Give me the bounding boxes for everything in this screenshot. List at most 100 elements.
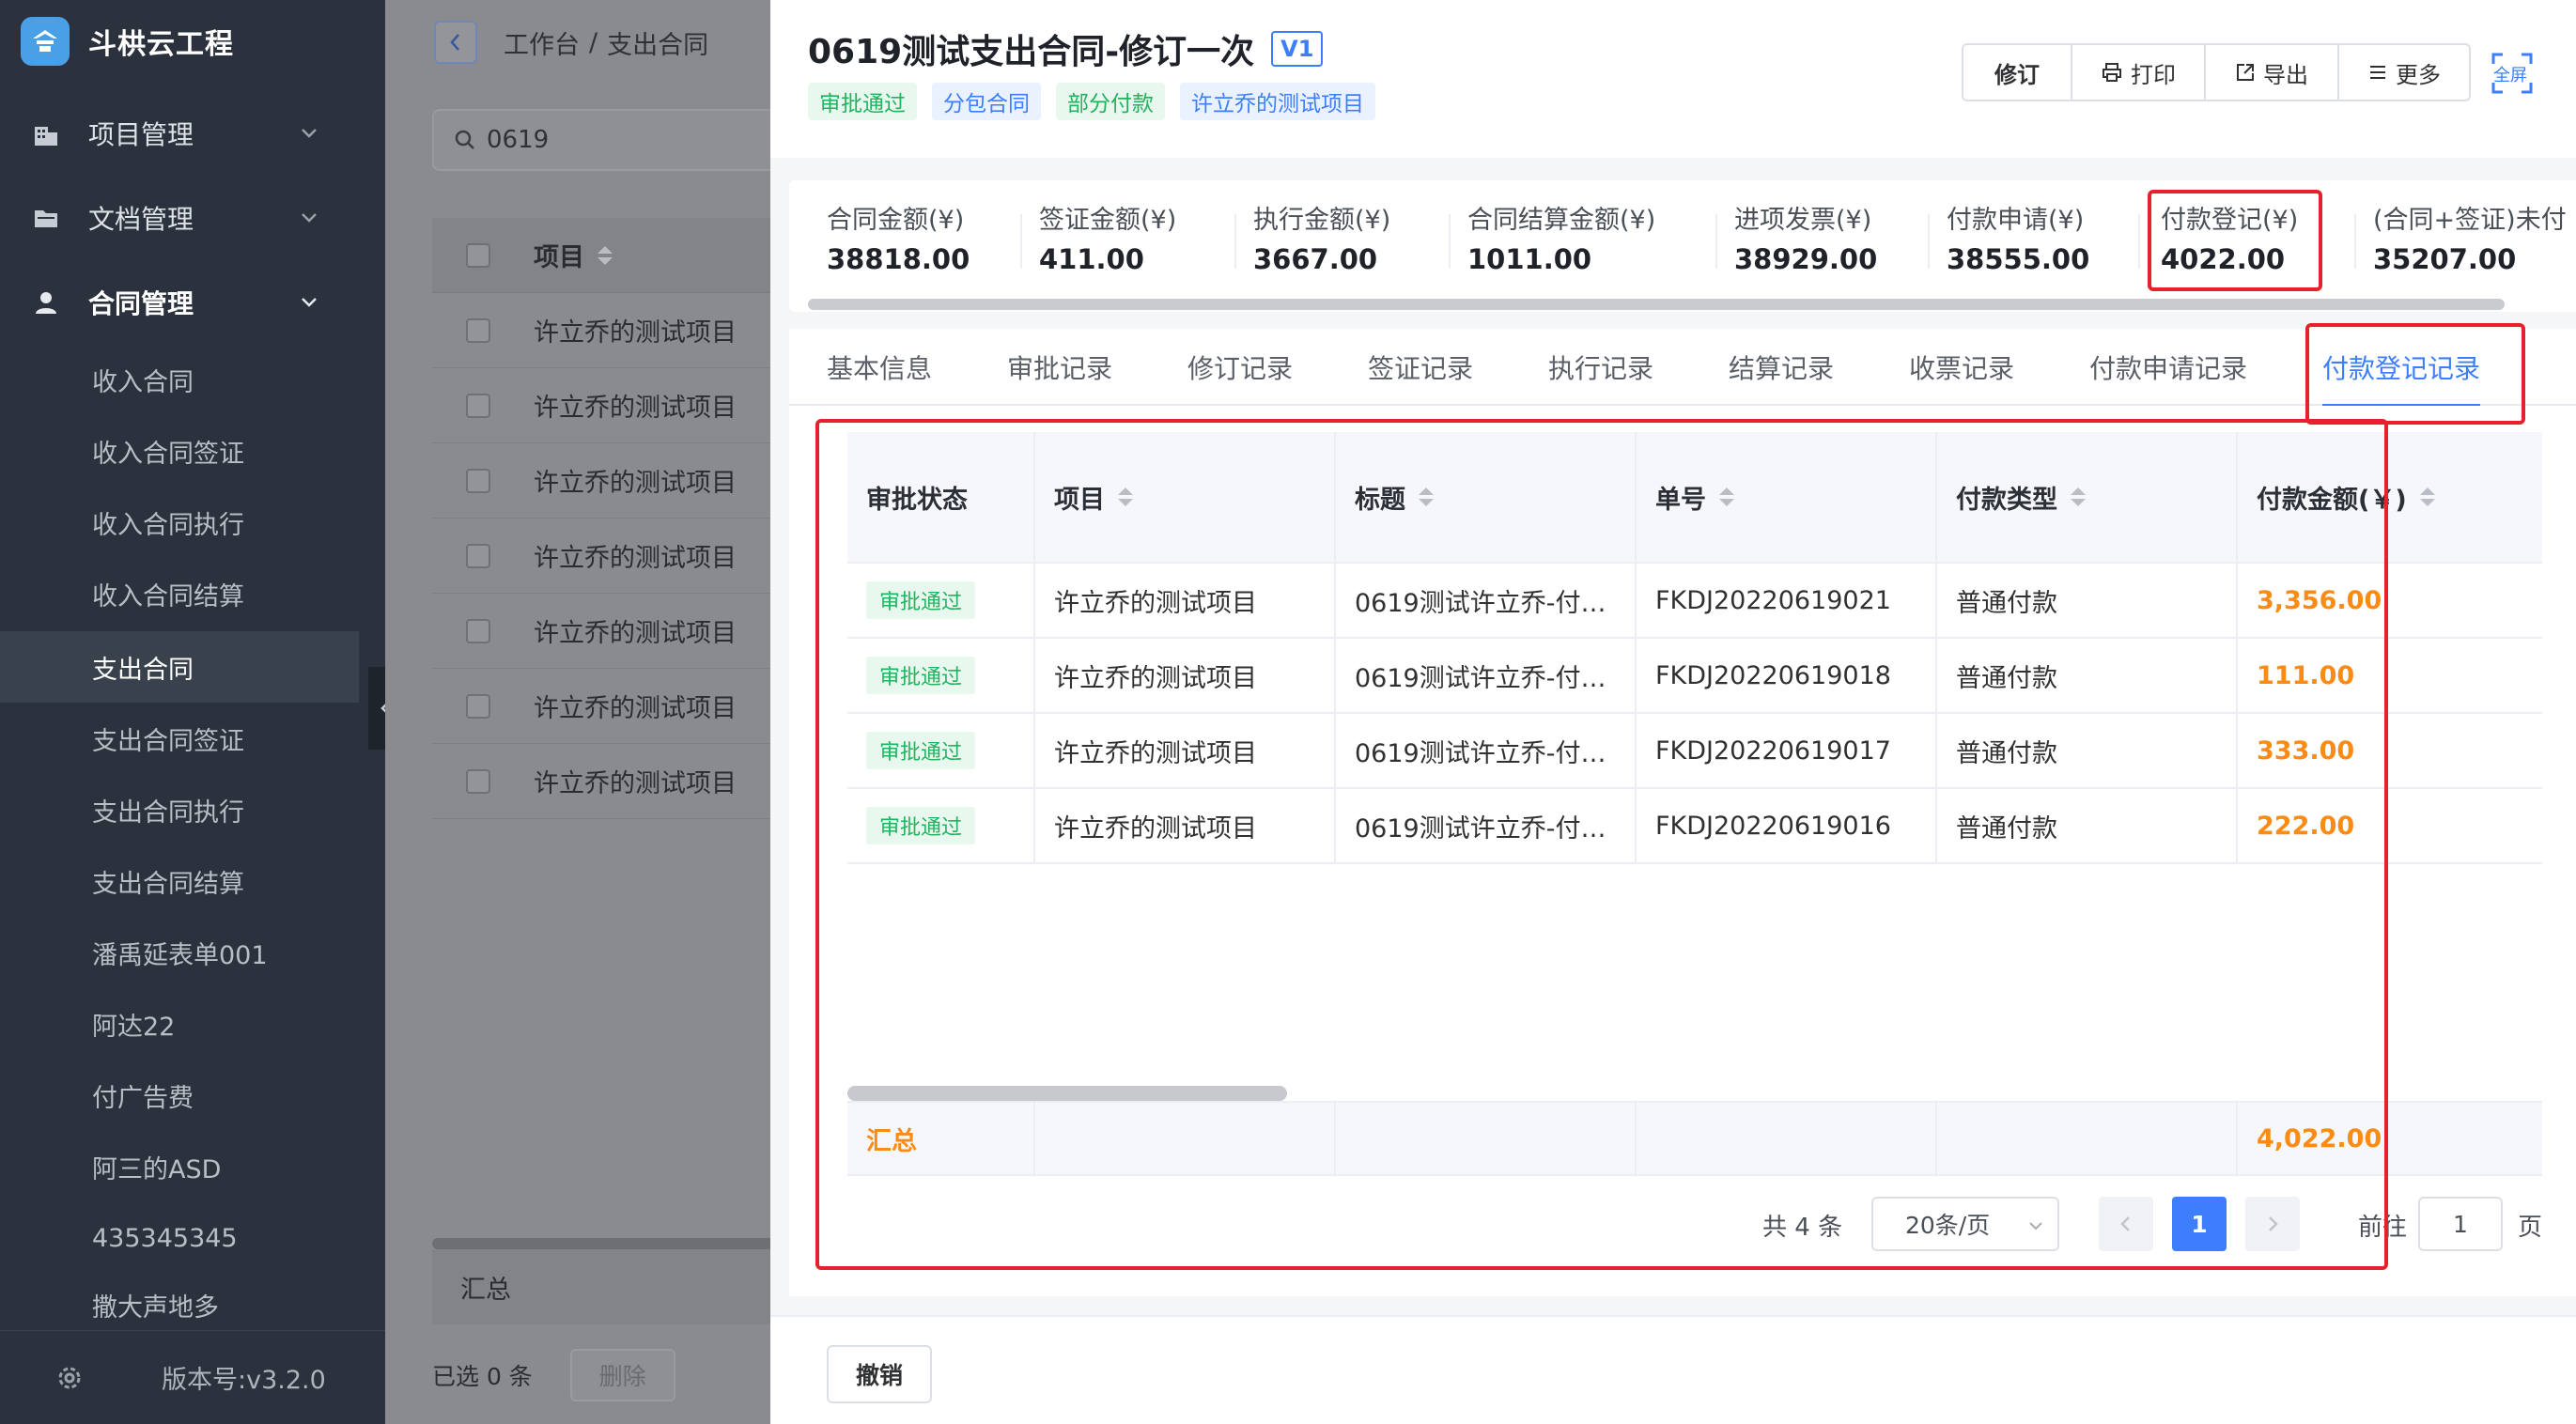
sidebar-item-asd[interactable]: 阿三的ASD [0, 1131, 359, 1202]
column-payment-amount[interactable]: 付款金额(￥) [2238, 432, 2542, 562]
column-project[interactable]: 项目 [1035, 432, 1336, 562]
tag-project: 许立乔的测试项目 [1180, 83, 1375, 120]
table-row[interactable]: 审批通过 许立乔的测试项目 0619测试许立乔-付… FKDJ202206190… [847, 639, 2542, 714]
row-checkbox[interactable] [466, 468, 490, 493]
chevron-down-icon [302, 213, 317, 223]
sidebar-item-partial[interactable]: 撒大声地多 [0, 1274, 359, 1330]
tab-approval-records[interactable]: 审批记录 [1007, 329, 1112, 406]
user-icon [30, 286, 62, 318]
more-button[interactable]: 更多 [2339, 45, 2469, 100]
selected-count: 已选 0 条 [432, 1363, 533, 1390]
pagination-total: 共 4 条 [1762, 1214, 1843, 1242]
row-checkbox[interactable] [466, 768, 490, 794]
cell-title[interactable]: 0619测试许立乔-付… [1336, 564, 1637, 637]
stats-horizontal-scrollbar[interactable] [808, 299, 2505, 310]
tab-execution-records[interactable]: 执行记录 [1548, 329, 1653, 406]
sidebar-item-income-visa[interactable]: 收入合同签证 [0, 415, 359, 487]
fullscreen-button[interactable]: 全屏 [2491, 53, 2533, 94]
tab-revision-records[interactable]: 修订记录 [1187, 329, 1293, 406]
goto-page-input[interactable]: 1 [2418, 1197, 2503, 1251]
sidebar-item-form-001[interactable]: 潘禹延表单001 [0, 917, 359, 988]
cell-title[interactable]: 0619测试许立乔-付… [1336, 714, 1637, 787]
select-all-checkbox[interactable] [466, 242, 490, 268]
stat-payment-registration: 付款登记(¥) 4022.00 [2161, 206, 2299, 275]
brand[interactable]: 斗栱云工程 [21, 17, 234, 66]
table-row[interactable]: 审批通过 许立乔的测试项目 0619测试许立乔-付… FKDJ202206190… [847, 789, 2542, 864]
breadcrumb-separator: / [589, 27, 598, 57]
sidebar-item-income-contract[interactable]: 收入合同 [0, 344, 359, 415]
next-page-button[interactable] [2245, 1197, 2300, 1251]
row-checkbox[interactable] [466, 317, 490, 343]
row-checkbox[interactable] [466, 618, 490, 643]
stat-visa-amount: 签证金额(¥) 411.00 [1039, 206, 1177, 275]
chevron-down-icon [302, 298, 317, 307]
stat-divider [1020, 214, 1022, 269]
payment-registration-panel: 审批状态 项目 标题 单号 付款类型 付款金额(￥) 审批通过 许立乔的测试项目… [789, 406, 2576, 1296]
column-number[interactable]: 单号 [1637, 432, 1937, 562]
app-name: 斗栱云工程 [88, 28, 234, 61]
page-number-button[interactable]: 1 [2172, 1197, 2227, 1251]
prev-page-button[interactable] [2099, 1197, 2153, 1251]
tab-payment-registration-records[interactable]: 付款登记记录 [2322, 329, 2481, 408]
cell-title[interactable]: 0619测试许立乔-付… [1336, 639, 1637, 712]
print-button[interactable]: 打印 [2072, 45, 2206, 100]
page-size-select[interactable]: 20条/页 [1871, 1197, 2059, 1251]
breadcrumb-home[interactable]: 工作台 [504, 24, 580, 61]
contract-detail-drawer: 0619测试支出合同-修订一次 V1 审批通过 分包合同 部分付款 许立乔的测试… [770, 0, 2576, 1424]
row-checkbox[interactable] [466, 393, 490, 418]
sort-icon [1118, 488, 1133, 506]
sidebar-item-income-execution[interactable]: 收入合同执行 [0, 487, 359, 558]
sidebar-item-435345345[interactable]: 435345345 [0, 1202, 359, 1274]
summary-amount: 4,022.00 [2257, 1123, 2382, 1153]
stat-divider [2354, 214, 2356, 269]
cell-title[interactable]: 0619测试许立乔-付… [1336, 789, 1637, 862]
sidebar-item-expense-execution[interactable]: 支出合同执行 [0, 774, 359, 845]
back-button[interactable] [434, 21, 477, 64]
cell-number: FKDJ20220619016 [1637, 789, 1937, 862]
version-badge[interactable]: V1 [1271, 31, 1324, 67]
chevron-down-icon [2029, 1222, 2042, 1231]
sort-icon [1419, 488, 1434, 506]
tab-invoice-records[interactable]: 收票记录 [1909, 329, 2014, 406]
delete-button[interactable]: 删除 [569, 1349, 675, 1401]
tab-visa-records[interactable]: 签证记录 [1368, 329, 1473, 406]
table-horizontal-scrollbar[interactable] [847, 1086, 1287, 1101]
sidebar-item-expense-contract[interactable]: 支出合同 [0, 631, 359, 703]
table-row[interactable]: 审批通过 许立乔的测试项目 0619测试许立乔-付… FKDJ202206190… [847, 564, 2542, 639]
menu-contract-management[interactable]: 合同管理 [0, 267, 385, 338]
tab-settlement-records[interactable]: 结算记录 [1729, 329, 1834, 406]
sort-icon [2071, 488, 2086, 506]
sort-icon [2419, 488, 2435, 506]
breadcrumb: 工作台 / 支出合同 [434, 21, 708, 64]
column-title[interactable]: 标题 [1336, 432, 1637, 562]
sidebar-item-expense-settlement[interactable]: 支出合同结算 [0, 845, 359, 917]
cell-project: 许立乔的测试项目 [1035, 639, 1336, 712]
row-checkbox[interactable] [466, 693, 490, 719]
stat-payment-request: 付款申请(¥) 38555.00 [1947, 206, 2090, 275]
drawer-title: 0619测试支出合同-修订一次 V1 [808, 24, 1324, 73]
revoke-button[interactable]: 撤销 [827, 1345, 932, 1403]
cell-project: 许立乔的测试项目 [1035, 564, 1336, 637]
export-button[interactable]: 导出 [2206, 45, 2339, 100]
tab-basic-info[interactable]: 基本信息 [827, 329, 932, 406]
column-project[interactable]: 项目 [534, 237, 613, 273]
search-icon [455, 130, 474, 149]
menu-project-management[interactable]: 项目管理 [0, 98, 385, 169]
column-payment-type[interactable]: 付款类型 [1937, 432, 2238, 562]
column-approval-status: 审批状态 [847, 432, 1035, 562]
gear-icon[interactable] [54, 1363, 85, 1393]
background-horizontal-scrollbar[interactable] [432, 1238, 827, 1249]
revise-button[interactable]: 修订 [1963, 45, 2072, 100]
tag-partial-payment: 部分付款 [1056, 83, 1165, 120]
sidebar-item-ada22[interactable]: 阿达22 [0, 988, 359, 1060]
menu-document-management[interactable]: 文档管理 [0, 182, 385, 254]
sidebar-item-expense-visa[interactable]: 支出合同签证 [0, 703, 359, 774]
cell-project: 许立乔的测试项目 [1035, 789, 1336, 862]
sidebar-item-ad-fee[interactable]: 付广告费 [0, 1060, 359, 1131]
tab-payment-request-records[interactable]: 付款申请记录 [2089, 329, 2247, 406]
printer-icon [2103, 63, 2121, 82]
sidebar-item-income-settlement[interactable]: 收入合同结算 [0, 558, 359, 629]
cell-payment-amount: 222.00 [2257, 811, 2355, 841]
table-row[interactable]: 审批通过 许立乔的测试项目 0619测试许立乔-付… FKDJ202206190… [847, 714, 2542, 789]
row-checkbox[interactable] [466, 543, 490, 568]
